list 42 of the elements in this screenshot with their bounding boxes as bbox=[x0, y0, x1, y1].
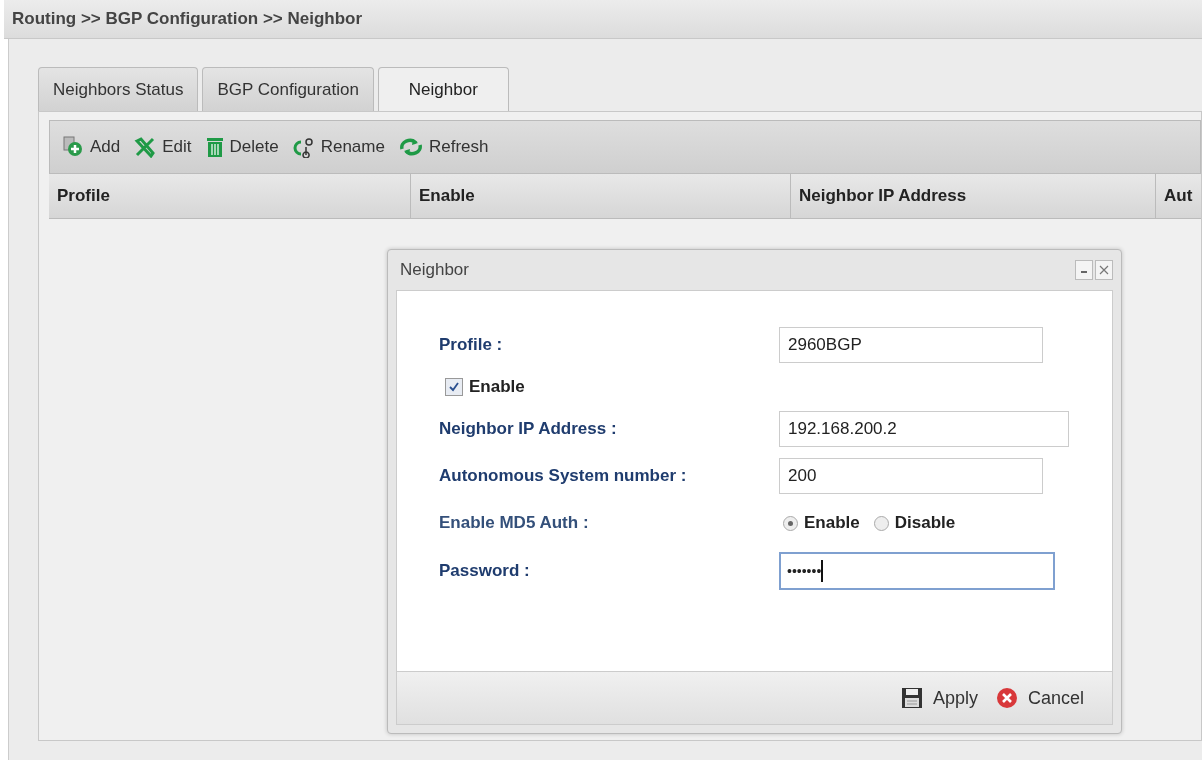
minimize-button[interactable] bbox=[1075, 260, 1093, 280]
tab[interactable]: Neighbor bbox=[377, 67, 509, 111]
dialog-title: Neighbor bbox=[400, 260, 469, 280]
trash-icon bbox=[205, 136, 224, 158]
field-label: Enable MD5 Auth : bbox=[439, 513, 590, 533]
ip-address-field[interactable]: 192.168.200.2 bbox=[779, 411, 1069, 447]
close-icon bbox=[1099, 265, 1109, 275]
tools-icon bbox=[134, 136, 157, 158]
field-label: Profile : bbox=[439, 335, 504, 355]
field-label: Password : bbox=[439, 561, 531, 581]
edit-button[interactable]: Edit bbox=[134, 136, 200, 158]
cancel-icon bbox=[995, 687, 1018, 709]
radio-button[interactable] bbox=[783, 515, 798, 531]
radio-button[interactable] bbox=[873, 515, 889, 531]
apply-button[interactable]: Apply bbox=[900, 687, 978, 709]
checkmark-icon bbox=[448, 381, 460, 393]
radio-label: Enable bbox=[804, 513, 860, 533]
radio-label: Disable bbox=[894, 513, 956, 533]
checkbox-label: Enable bbox=[469, 377, 525, 397]
column-header[interactable]: Profile bbox=[49, 174, 411, 218]
refresh-icon bbox=[398, 137, 423, 157]
rename-icon bbox=[292, 136, 315, 158]
rename-button[interactable]: Rename bbox=[292, 136, 393, 158]
field-label: Autonomous System number : bbox=[439, 466, 688, 486]
password-field[interactable]: ••••••• bbox=[779, 552, 1055, 590]
tab[interactable]: Neighbors Status bbox=[38, 67, 199, 111]
refresh-button[interactable]: Refresh bbox=[398, 137, 497, 157]
close-button[interactable] bbox=[1095, 260, 1113, 280]
breadcrumb: Routing >> BGP Configuration >> Neighbor bbox=[12, 9, 363, 29]
profile-field[interactable]: 2960BGP bbox=[779, 327, 1043, 363]
tab[interactable]: BGP Configuration bbox=[202, 67, 374, 111]
cancel-button[interactable]: Cancel bbox=[995, 687, 1084, 709]
add-button[interactable]: Add bbox=[62, 136, 129, 158]
column-header[interactable]: Aut bbox=[1156, 174, 1201, 218]
column-header[interactable]: Neighbor IP Address bbox=[791, 174, 1156, 218]
save-icon bbox=[900, 687, 923, 709]
column-header[interactable]: Enable bbox=[411, 174, 791, 218]
checkbox[interactable] bbox=[445, 378, 463, 396]
delete-button[interactable]: Delete bbox=[205, 136, 287, 158]
add-icon bbox=[62, 136, 84, 158]
as-number-field[interactable]: 200 bbox=[779, 458, 1043, 494]
field-label: Neighbor IP Address : bbox=[439, 419, 618, 439]
